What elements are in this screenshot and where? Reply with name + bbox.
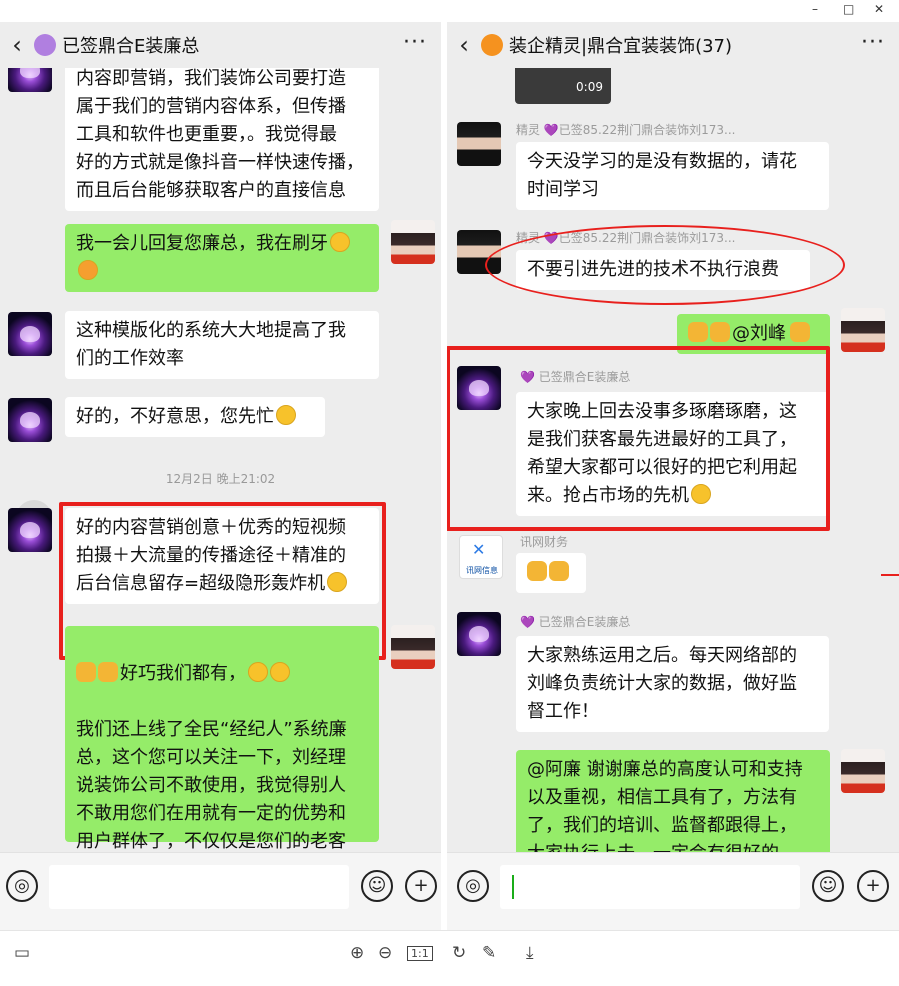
image-viewer-toolbar: ▭ ⊕ ⊖ 1:1 ↻ ✎ ⤓ <box>0 930 899 986</box>
message-bubble[interactable]: 这种模版化的系统大大地提高了我 们的工作效率 <box>65 311 379 379</box>
plus-icon[interactable]: + <box>857 870 889 902</box>
avatar[interactable] <box>8 398 52 442</box>
avatar[interactable] <box>8 68 52 92</box>
more-options-icon[interactable]: ··· <box>861 30 885 55</box>
purple-heart-icon <box>34 34 56 56</box>
layout-icon[interactable]: ▭ <box>14 943 30 963</box>
maximize-button[interactable]: □ <box>843 2 854 16</box>
close-window-button[interactable]: ✕ <box>874 2 884 16</box>
sender-name: 💜 已签鼎合E装廉总 <box>520 615 631 629</box>
video-message[interactable]: 0:09 <box>515 68 611 104</box>
right-chat-panel: ‹ 装企精灵|鼎合宜装装饰(37) ··· 0:09 精灵 💜已签85.22荆门… <box>447 22 899 930</box>
sender-name: 讯网财务 <box>520 535 569 549</box>
right-chat-header: ‹ 装企精灵|鼎合宜装装饰(37) ··· <box>447 22 899 68</box>
message-bubble-self[interactable]: @阿廉 谢谢廉总的高度认可和支持 以及重视，相信工具有了，方法有 了，我们的培训… <box>516 750 830 852</box>
emoji-icon[interactable]: ☺ <box>812 870 844 902</box>
avatar[interactable] <box>841 308 885 352</box>
avatar[interactable] <box>457 230 501 274</box>
grin-emoji-icon <box>330 232 350 252</box>
message-input[interactable] <box>500 865 800 909</box>
text-caret <box>512 875 514 899</box>
sender-name: 💜 已签鼎合E装廉总 <box>520 370 631 384</box>
message-bubble[interactable]: 今天没学习的是没有数据的，请花 时间学习 <box>516 142 829 210</box>
thumbs-up-icon <box>98 662 118 682</box>
message-bubble-self[interactable]: 好巧我们都有， 我们还上线了全民“经纪人”系统廉 总，这个您可以关注一下，刘经理… <box>65 626 379 852</box>
plus-icon[interactable]: + <box>405 870 437 902</box>
avatar[interactable] <box>8 508 52 552</box>
sender-name: 精灵 💜已签85.22荆门鼎合装饰刘173... <box>516 123 736 137</box>
smile-emoji-icon <box>691 484 711 504</box>
minimize-button[interactable]: – <box>812 2 818 16</box>
message-bubble[interactable]: 内容即营销，我们装饰公司要打造 属于我们的营销内容体系，但传播 工具和软件也更重… <box>65 68 379 211</box>
download-icon[interactable]: ⤓ <box>526 943 534 963</box>
message-bubble-self[interactable]: 我一会儿回复您廉总，我在刷牙 <box>65 224 379 292</box>
zoom-out-icon[interactable]: ⊖ <box>378 943 392 963</box>
tongue-emoji-icon <box>270 662 290 682</box>
xunwang-logo-icon: ✕ <box>472 540 486 559</box>
message-bubble[interactable]: 好的内容营销创意＋优秀的短视频 拍摄＋大流量的传播途径＋精准的 后台信息留存=超… <box>65 508 379 604</box>
avatar[interactable] <box>391 625 435 669</box>
message-text: 好巧我们都有， <box>120 663 246 684</box>
message-bubble[interactable] <box>516 553 586 593</box>
right-message-list[interactable]: 0:09 精灵 💜已签85.22荆门鼎合装饰刘173... 今天没学习的是没有数… <box>447 68 899 852</box>
thumbs-up-icon <box>790 322 810 342</box>
avatar[interactable] <box>457 612 501 656</box>
timestamp: 12月2日 晚上21:02 <box>165 472 276 486</box>
laugh-emoji-icon <box>78 260 98 280</box>
edit-icon[interactable]: ✎ <box>482 943 496 963</box>
more-options-icon[interactable]: ··· <box>403 30 427 55</box>
message-text: 好的，不好意思，您先忙 <box>76 406 274 427</box>
message-text: 好的内容营销创意＋优秀的短视频 拍摄＋大流量的传播途径＋精准的 后台信息留存=超… <box>76 517 346 594</box>
window-titlebar: – □ ✕ <box>0 0 899 22</box>
message-bubble[interactable]: 不要引进先进的技术不执行浪费 <box>516 250 810 290</box>
left-chat-panel: ‹ 已签鼎合E装廉总 ··· 内容即营销，我们装饰公司要打造 属于我们的营销内容… <box>0 22 443 930</box>
message-input[interactable] <box>49 865 349 909</box>
message-text: 我一会儿回复您廉总，我在刷牙 <box>76 233 328 254</box>
avatar[interactable] <box>457 122 501 166</box>
video-duration: 0:09 <box>576 80 603 94</box>
grin-emoji-icon <box>276 405 296 425</box>
grin-emoji-icon <box>327 572 348 592</box>
chat-title: 已签鼎合E装廉总 <box>62 36 200 57</box>
orange-heart-icon <box>481 34 503 56</box>
sender-name: 精灵 💜已签85.22荆门鼎合装饰刘173... <box>516 231 736 245</box>
zoom-in-icon[interactable]: ⊕ <box>350 943 364 963</box>
left-input-bar: ◎ ☺ + <box>0 852 441 930</box>
fist-icon <box>688 322 708 342</box>
avatar-text: 讯网信息 <box>466 566 498 575</box>
actual-size-icon[interactable]: 1:1 <box>407 946 433 961</box>
message-text: 我们还上线了全民“经纪人”系统廉 总，这个您可以关注一下，刘经理 说装饰公司不敢… <box>76 719 347 852</box>
fist-icon <box>710 322 730 342</box>
rotate-icon[interactable]: ↻ <box>452 943 466 963</box>
avatar[interactable]: 讯网信息 ✕ <box>459 535 503 579</box>
message-line: 好巧我们都有， <box>76 660 368 688</box>
left-message-list[interactable]: 内容即营销，我们装饰公司要打造 属于我们的营销内容体系，但传播 工具和软件也更重… <box>0 68 441 852</box>
thumbs-up-icon <box>76 662 96 682</box>
voice-icon[interactable]: ◎ <box>6 870 38 902</box>
avatar[interactable] <box>841 749 885 793</box>
avatar[interactable] <box>457 366 501 410</box>
app-window: – □ ✕ ‹ 已签鼎合E装廉总 ··· 内容即营销，我们装饰公司要打造 属于我… <box>0 0 899 986</box>
voice-icon[interactable]: ◎ <box>457 870 489 902</box>
back-arrow-icon[interactable]: ‹ <box>447 31 481 59</box>
avatar[interactable] <box>391 220 435 264</box>
emoji-icon[interactable]: ☺ <box>361 870 393 902</box>
fist-icon <box>549 561 569 581</box>
fist-icon <box>527 561 547 581</box>
message-bubble[interactable]: 好的，不好意思，您先忙 <box>65 397 325 437</box>
message-bubble[interactable]: 大家晚上回去没事多琢磨琢磨，这 是我们获客最先进最好的工具了， 希望大家都可以很… <box>516 392 829 516</box>
right-input-bar: ◎ ☺ + <box>447 852 899 930</box>
avatar[interactable] <box>8 312 52 356</box>
message-text: 大家晚上回去没事多琢磨琢磨，这 是我们获客最先进最好的工具了， 希望大家都可以很… <box>527 401 797 506</box>
red-marker-line <box>881 574 899 576</box>
back-arrow-icon[interactable]: ‹ <box>0 31 34 59</box>
message-bubble[interactable]: 大家熟练运用之后。每天网络部的 刘峰负责统计大家的数据，做好监 督工作！ <box>516 636 829 732</box>
left-chat-header: ‹ 已签鼎合E装廉总 ··· <box>0 22 441 68</box>
tongue-emoji-icon <box>248 662 268 682</box>
message-bubble-self[interactable]: @刘峰 <box>677 314 830 354</box>
chat-title: 装企精灵|鼎合宜装装饰(37) <box>509 36 733 57</box>
message-text: @刘峰 <box>732 323 786 344</box>
